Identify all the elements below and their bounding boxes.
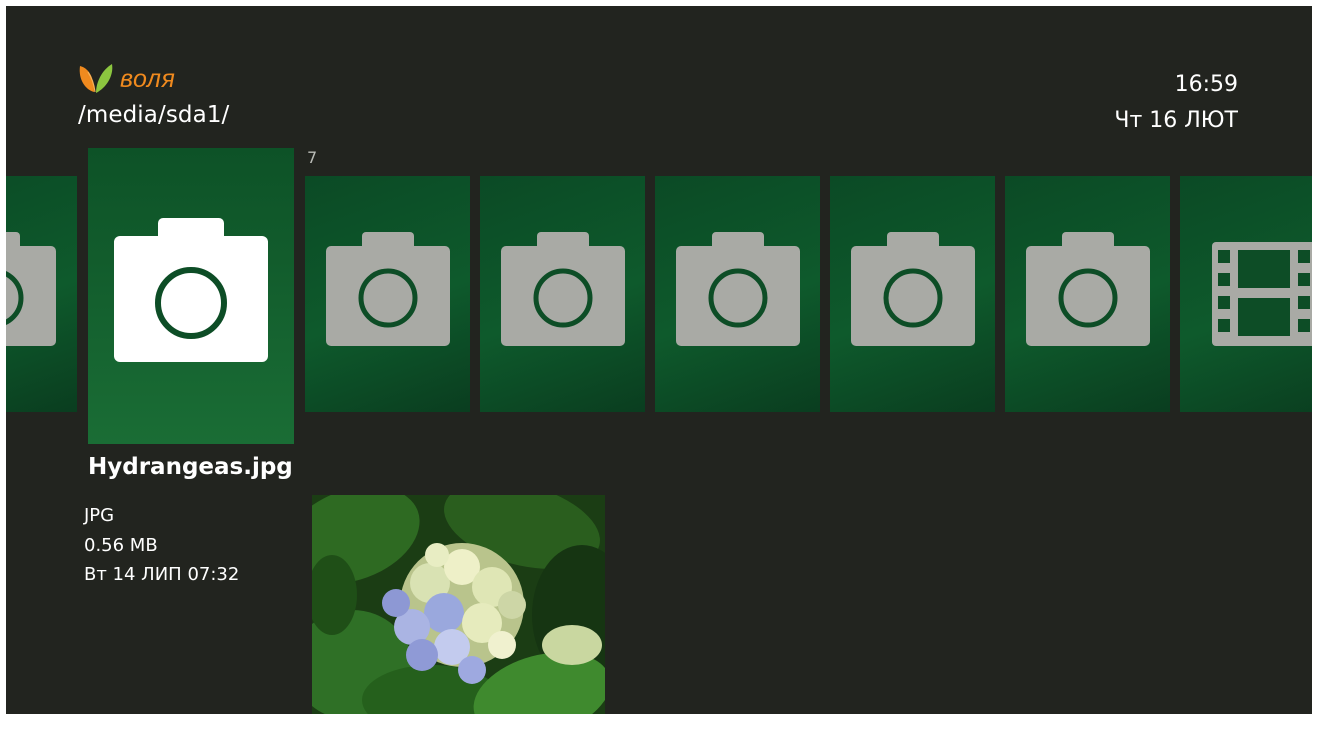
camera-icon [501,232,625,346]
clock-date: Чт 16 ЛЮТ [1114,108,1238,133]
file-modified-date: Вт 14 ЛИП 07:32 [84,564,240,585]
carousel-item[interactable] [655,176,820,412]
film-icon [1212,242,1312,346]
carousel-item[interactable] [480,176,645,412]
image-preview [312,495,605,714]
carousel-item[interactable] [1005,176,1170,412]
camera-icon [6,232,56,346]
media-browser-screen: воля /media/sda1/ 16:59 Чт 16 ЛЮТ 7 Hydr… [6,6,1312,714]
selected-file-name: Hydrangeas.jpg [88,454,293,480]
brand-name: воля [120,65,176,93]
camera-icon [114,218,268,362]
file-format: JPG [84,505,115,526]
camera-icon [1026,232,1150,346]
logo-leaf-icon [79,64,113,93]
camera-icon [851,232,975,346]
clock-time: 16:59 [1174,72,1238,97]
carousel-item-selected[interactable] [88,148,294,444]
brand-logo: воля [74,62,175,96]
carousel-item[interactable] [6,176,77,412]
camera-icon [326,232,450,346]
camera-icon [676,232,800,346]
carousel-item[interactable] [305,176,470,412]
carousel-item[interactable] [1180,176,1312,412]
item-count: 7 [307,148,318,167]
carousel-item[interactable] [830,176,995,412]
current-path: /media/sda1/ [78,102,230,128]
file-size: 0.56 MB [84,535,158,556]
